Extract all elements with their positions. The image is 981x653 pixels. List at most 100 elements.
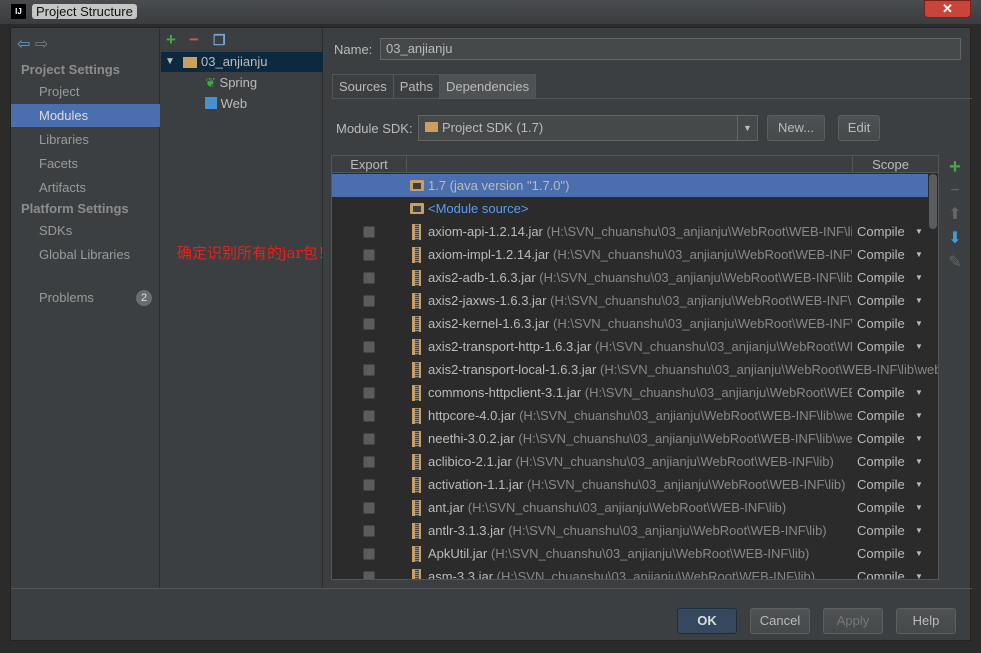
sidebar-item-global-libraries[interactable]: Global Libraries	[11, 243, 160, 266]
web-label: Web	[220, 96, 248, 111]
add-dependency-icon[interactable]: +	[943, 155, 967, 179]
edit-pencil-icon[interactable]: ✎	[943, 251, 967, 275]
cancel-button[interactable]: Cancel	[750, 608, 810, 634]
close-button[interactable]: ✕	[924, 0, 971, 18]
sdk-value: Project SDK (1.7)	[442, 120, 544, 135]
dependency-row[interactable]: antlr-3.1.3.jar (H:\SVN_chuanshu\03_anji…	[332, 519, 928, 542]
column-scope[interactable]: Scope	[853, 156, 928, 173]
module-sdk-label: Module SDK:	[336, 121, 413, 136]
export-checkbox[interactable]	[363, 318, 375, 330]
apply-button[interactable]: Apply	[823, 608, 883, 634]
sidebar-item-facets[interactable]: Facets	[11, 152, 160, 175]
tree-node-module[interactable]: ▼ 03_anjianju	[161, 52, 323, 72]
tab-paths[interactable]: Paths	[392, 74, 440, 98]
move-down-icon[interactable]: ⬇	[943, 227, 967, 251]
export-checkbox[interactable]	[363, 433, 375, 445]
export-checkbox[interactable]	[363, 456, 375, 468]
export-checkbox[interactable]	[363, 548, 375, 560]
dependency-row[interactable]: commons-httpclient-3.1.jar (H:\SVN_chuan…	[332, 381, 928, 404]
name-field[interactable]: 03_anjianju	[380, 38, 961, 60]
export-checkbox[interactable]	[363, 410, 375, 422]
expand-triangle-icon[interactable]: ▼	[165, 52, 175, 72]
tab-sources[interactable]: Sources	[332, 74, 394, 98]
scope-select[interactable]: Compile ▼	[857, 450, 923, 473]
edit-sdk-button[interactable]: Edit	[838, 115, 880, 141]
sidebar-item-modules[interactable]: Modules	[11, 104, 160, 127]
copy-icon[interactable]: ❐	[213, 32, 226, 49]
scope-select[interactable]: Compile ▼	[857, 519, 923, 542]
project-structure-dialog: ⇦ ⇨ Project Settings Project Modules Lib…	[10, 27, 972, 641]
ok-button[interactable]: OK	[677, 608, 737, 634]
export-checkbox[interactable]	[363, 479, 375, 491]
export-checkbox[interactable]	[363, 387, 375, 399]
export-checkbox[interactable]	[363, 364, 375, 376]
remove-dependency-icon[interactable]: −	[943, 179, 967, 203]
scope-select[interactable]: Compile ▼	[857, 381, 923, 404]
scope-value: Compile	[857, 523, 905, 538]
dependencies-table: Export Scope 1.7 (java version "1.7.0") …	[331, 155, 939, 580]
remove-icon[interactable]: −	[189, 30, 199, 50]
sidebar-item-libraries[interactable]: Libraries	[11, 128, 160, 151]
sidebar-item-sdks[interactable]: SDKs	[11, 219, 160, 242]
help-button[interactable]: Help	[896, 608, 956, 634]
move-up-icon[interactable]: ⬆	[943, 203, 967, 227]
scope-select[interactable]: Compile ▼	[857, 427, 923, 450]
dependency-row[interactable]: activation-1.1.jar (H:\SVN_chuanshu\03_a…	[332, 473, 928, 496]
new-sdk-button[interactable]: New...	[767, 115, 825, 141]
export-checkbox[interactable]	[363, 272, 375, 284]
chevron-down-icon: ▼	[915, 572, 923, 580]
tab-dependencies[interactable]: Dependencies	[438, 74, 537, 98]
dependency-row[interactable]: axis2-transport-http-1.6.3.jar (H:\SVN_c…	[332, 335, 928, 358]
dependency-row[interactable]: <Module source>	[332, 197, 928, 220]
back-arrow-icon[interactable]: ⇦	[17, 36, 30, 53]
dependency-row[interactable]: asm-3.3.jar (H:\SVN_chuanshu\03_anjianju…	[332, 565, 928, 580]
dependency-row[interactable]: neethi-3.0.2.jar (H:\SVN_chuanshu\03_anj…	[332, 427, 928, 450]
export-checkbox[interactable]	[363, 502, 375, 514]
dependency-name: commons-httpclient-3.1.jar	[428, 385, 582, 400]
dependency-row[interactable]: axis2-jaxws-1.6.3.jar (H:\SVN_chuanshu\0…	[332, 289, 928, 312]
dependency-row[interactable]: axis2-adb-1.6.3.jar (H:\SVN_chuanshu\03_…	[332, 266, 928, 289]
export-checkbox[interactable]	[363, 226, 375, 238]
dependency-row[interactable]: axis2-transport-local-1.6.3.jar (H:\SVN_…	[332, 358, 938, 381]
forward-arrow-icon[interactable]: ⇨	[35, 36, 48, 53]
export-checkbox[interactable]	[363, 525, 375, 537]
scope-select[interactable]: Compile ▼	[857, 220, 923, 243]
export-checkbox[interactable]	[363, 571, 375, 579]
dependency-row[interactable]: ant.jar (H:\SVN_chuanshu\03_anjianju\Web…	[332, 496, 928, 519]
dependency-row[interactable]: axiom-impl-1.2.14.jar (H:\SVN_chuanshu\0…	[332, 243, 928, 266]
export-checkbox[interactable]	[363, 341, 375, 353]
tree-node-web[interactable]: Web	[205, 94, 247, 114]
module-sdk-select[interactable]: Project SDK (1.7) ▼	[418, 115, 758, 141]
scope-select[interactable]: Compile ▼	[857, 266, 923, 289]
dependency-path: (H:\SVN_chuanshu\03_anjianju\WebRoot\WEB…	[496, 569, 816, 580]
web-icon	[205, 97, 217, 109]
dependency-path: (H:\SVN_chuanshu\03_anjianju\WebRoot\WEB…	[599, 362, 939, 377]
column-export[interactable]: Export	[332, 156, 407, 173]
scope-select[interactable]: Compile ▼	[857, 243, 923, 266]
chevron-down-icon: ▼	[915, 388, 923, 397]
dependency-row[interactable]: axis2-kernel-1.6.3.jar (H:\SVN_chuanshu\…	[332, 312, 928, 335]
tree-node-spring[interactable]: ❦ Spring	[205, 73, 257, 93]
export-checkbox[interactable]	[363, 249, 375, 261]
scope-select[interactable]: Compile ▼	[857, 312, 923, 335]
dependency-row[interactable]: 1.7 (java version "1.7.0")	[332, 174, 928, 197]
scope-select[interactable]: Compile ▼	[857, 289, 923, 312]
dependency-row[interactable]: ApkUtil.jar (H:\SVN_chuanshu\03_anjianju…	[332, 542, 928, 565]
column-name[interactable]	[407, 156, 853, 173]
dependency-row[interactable]: axiom-api-1.2.14.jar (H:\SVN_chuanshu\03…	[332, 220, 928, 243]
sidebar-item-project[interactable]: Project	[11, 80, 160, 103]
spring-label: Spring	[219, 75, 258, 90]
scope-select[interactable]: Compile ▼	[857, 335, 923, 358]
sidebar-item-artifacts[interactable]: Artifacts	[11, 176, 160, 199]
export-checkbox[interactable]	[363, 295, 375, 307]
scope-select[interactable]: Compile ▼	[857, 496, 923, 519]
add-icon[interactable]: +	[166, 30, 176, 50]
scope-select[interactable]: Compile ▼	[857, 565, 923, 579]
scope-select[interactable]: Compile ▼	[857, 473, 923, 496]
dependency-row[interactable]: aclibico-2.1.jar (H:\SVN_chuanshu\03_anj…	[332, 450, 928, 473]
dependency-row[interactable]: httpcore-4.0.jar (H:\SVN_chuanshu\03_anj…	[332, 404, 928, 427]
scope-select[interactable]: Compile ▼	[857, 542, 923, 565]
scope-select[interactable]: Compile ▼	[857, 404, 923, 427]
sidebar-item-problems[interactable]: Problems 2	[11, 286, 160, 309]
chevron-down-icon[interactable]: ▼	[737, 116, 757, 140]
